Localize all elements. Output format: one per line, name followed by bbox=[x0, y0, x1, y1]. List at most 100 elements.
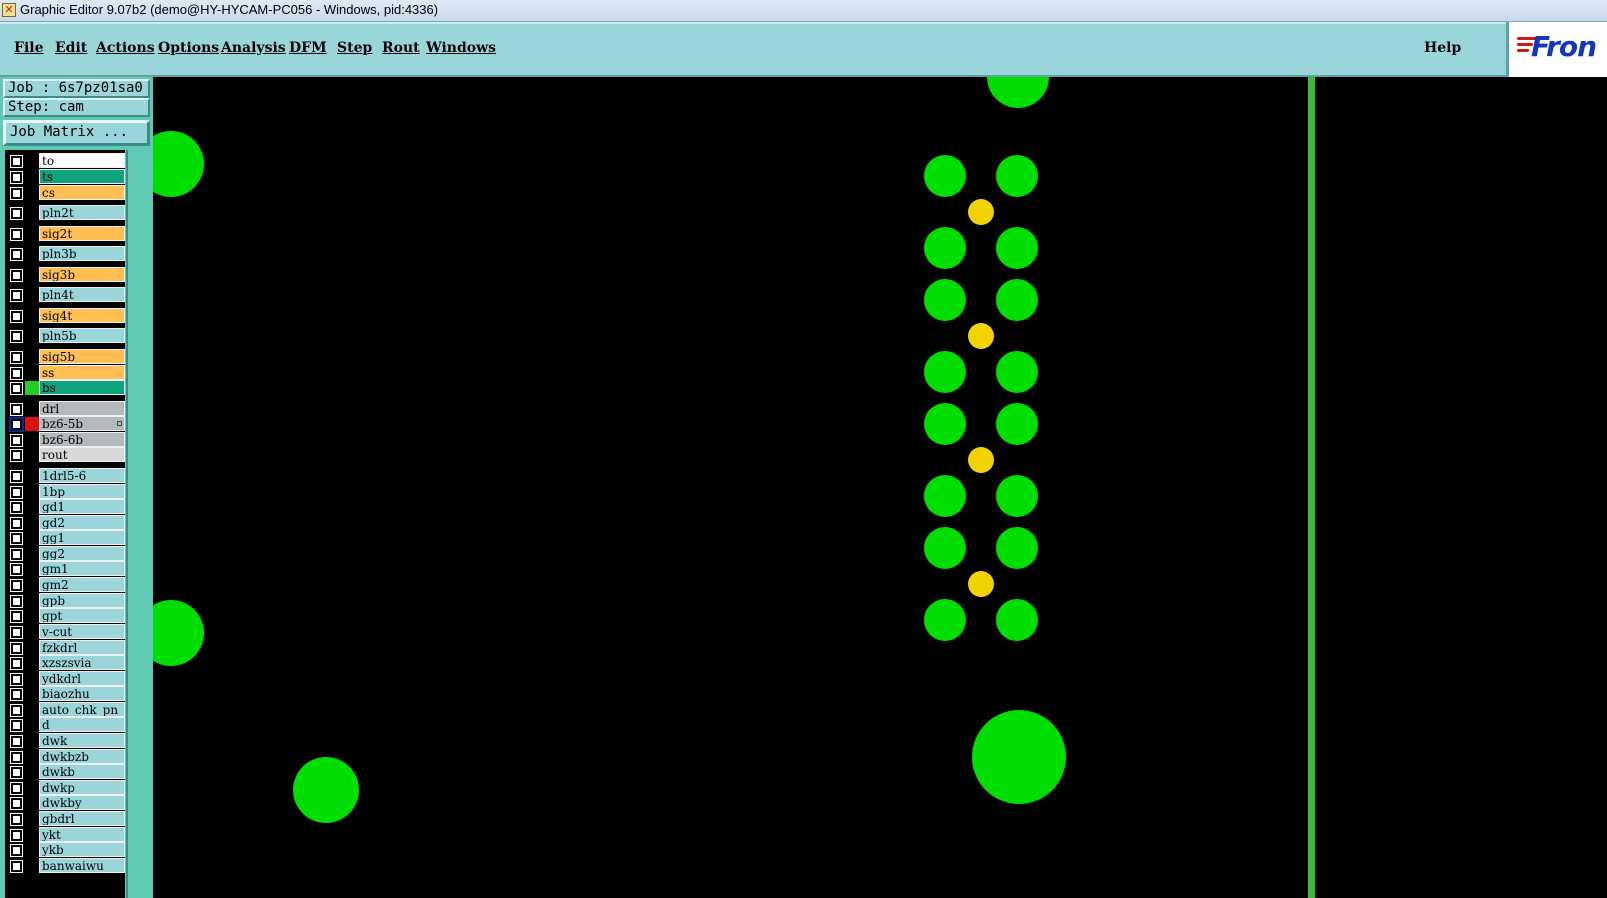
layer-name[interactable]: ykt bbox=[39, 827, 125, 842]
layer-checkbox[interactable] bbox=[10, 269, 23, 282]
layer-name[interactable]: pln4t bbox=[39, 287, 125, 302]
layer-row-gm1[interactable]: gm1 bbox=[5, 561, 125, 576]
layer-checkbox[interactable] bbox=[10, 829, 23, 842]
layer-row-gd2[interactable]: gd2 bbox=[5, 515, 125, 530]
menu-actions[interactable]: Actions bbox=[96, 40, 155, 56]
layer-color-swatch[interactable] bbox=[25, 843, 39, 857]
layer-color-swatch[interactable] bbox=[25, 796, 39, 810]
layer-row-gg1[interactable]: gg1 bbox=[5, 530, 125, 545]
job-matrix-button[interactable]: Job Matrix ... bbox=[3, 120, 150, 146]
layer-row-ykt[interactable]: ykt bbox=[5, 827, 125, 842]
layer-name[interactable]: 1drl5-6 bbox=[39, 468, 125, 483]
layer-checkbox[interactable] bbox=[10, 766, 23, 779]
layer-name[interactable]: banwaiwu bbox=[39, 858, 125, 873]
layer-name[interactable]: dwkbzb bbox=[39, 749, 125, 764]
layer-color-swatch[interactable] bbox=[25, 672, 39, 686]
layer-color-swatch[interactable] bbox=[25, 734, 39, 748]
layer-name[interactable]: bz6-6b bbox=[39, 432, 125, 447]
layer-row-bs[interactable]: bs bbox=[5, 380, 125, 395]
layer-checkbox[interactable] bbox=[10, 782, 23, 795]
layer-name[interactable]: gg1 bbox=[39, 530, 125, 545]
layer-checkbox[interactable] bbox=[10, 642, 23, 655]
layer-color-swatch[interactable] bbox=[25, 781, 39, 795]
menu-dfm[interactable]: DFM bbox=[289, 40, 327, 56]
layer-name[interactable]: gpt bbox=[39, 608, 125, 623]
layer-checkbox[interactable] bbox=[9, 417, 24, 432]
layer-color-swatch[interactable] bbox=[25, 247, 39, 261]
layer-color-swatch[interactable] bbox=[25, 687, 39, 701]
layer-name[interactable]: dwk bbox=[39, 733, 125, 748]
layer-name[interactable]: bz6-5b bbox=[39, 416, 125, 431]
layer-name[interactable]: dwkb bbox=[39, 764, 125, 779]
layer-checkbox[interactable] bbox=[10, 486, 23, 499]
layer-color-swatch[interactable] bbox=[25, 547, 39, 561]
menu-help[interactable]: Help bbox=[1424, 40, 1461, 56]
layer-checkbox[interactable] bbox=[10, 207, 23, 220]
layer-row-auto_chk_pn[interactable]: auto_chk_pn bbox=[5, 702, 125, 717]
layer-checkbox[interactable] bbox=[10, 228, 23, 241]
layer-checkbox[interactable] bbox=[10, 563, 23, 576]
layer-checkbox[interactable] bbox=[10, 517, 23, 530]
layer-color-swatch[interactable] bbox=[25, 718, 39, 732]
layer-name[interactable]: sig3b bbox=[39, 267, 125, 282]
layer-row-drl[interactable]: drl bbox=[5, 401, 125, 416]
layer-color-swatch[interactable] bbox=[25, 433, 39, 447]
layer-color-swatch[interactable] bbox=[25, 448, 39, 462]
layer-color-swatch[interactable] bbox=[25, 417, 39, 431]
layer-row-dwkbzb[interactable]: dwkbzb bbox=[5, 749, 125, 764]
layer-row-ykb[interactable]: ykb bbox=[5, 842, 125, 857]
layer-color-swatch[interactable] bbox=[25, 154, 39, 168]
layer-row-ydkdrl[interactable]: ydkdrl bbox=[5, 671, 125, 686]
layer-row-ts[interactable]: ts bbox=[5, 169, 125, 184]
layer-name[interactable]: rout bbox=[39, 447, 125, 462]
layer-color-swatch[interactable] bbox=[25, 381, 39, 395]
layer-row-1drl5-6[interactable]: 1drl5-6 bbox=[5, 468, 125, 483]
layer-row-bz6-6b[interactable]: bz6-6b bbox=[5, 432, 125, 447]
layer-row-dwkby[interactable]: dwkby bbox=[5, 795, 125, 810]
layer-color-swatch[interactable] bbox=[25, 562, 39, 576]
layer-checkbox[interactable] bbox=[10, 367, 23, 380]
layer-name[interactable]: ss bbox=[39, 365, 125, 380]
layer-color-swatch[interactable] bbox=[25, 469, 39, 483]
layer-checkbox[interactable] bbox=[10, 610, 23, 623]
layer-color-swatch[interactable] bbox=[25, 625, 39, 639]
layer-row-sig2t[interactable]: sig2t bbox=[5, 226, 125, 241]
layer-color-swatch[interactable] bbox=[25, 531, 39, 545]
layer-row-gg2[interactable]: gg2 bbox=[5, 546, 125, 561]
layer-row-gbdrl[interactable]: gbdrl bbox=[5, 811, 125, 826]
menu-edit[interactable]: Edit bbox=[55, 40, 87, 56]
layer-checkbox[interactable] bbox=[10, 382, 23, 395]
menu-analysis[interactable]: Analysis bbox=[221, 40, 286, 56]
layer-checkbox[interactable] bbox=[10, 719, 23, 732]
layer-checkbox[interactable] bbox=[10, 289, 23, 302]
layer-color-swatch[interactable] bbox=[25, 765, 39, 779]
layer-name[interactable]: pln3b bbox=[39, 246, 125, 261]
layer-name[interactable]: fzkdrl bbox=[39, 640, 125, 655]
layer-name[interactable]: gbdrl bbox=[39, 811, 125, 826]
layer-color-swatch[interactable] bbox=[25, 750, 39, 764]
layer-checkbox[interactable] bbox=[10, 330, 23, 343]
layer-row-d[interactable]: d bbox=[5, 717, 125, 732]
layer-name[interactable]: pln5b bbox=[39, 328, 125, 343]
layer-color-swatch[interactable] bbox=[25, 703, 39, 717]
layer-checkbox[interactable] bbox=[10, 813, 23, 826]
layer-row-rout[interactable]: rout bbox=[5, 447, 125, 462]
layer-name[interactable]: to bbox=[39, 153, 125, 168]
layer-list-scrollbar[interactable] bbox=[126, 150, 150, 898]
layer-row-sig3b[interactable]: sig3b bbox=[5, 267, 125, 282]
layer-checkbox[interactable] bbox=[10, 595, 23, 608]
layer-checkbox[interactable] bbox=[10, 434, 23, 447]
layer-name[interactable]: 1bp bbox=[39, 484, 125, 499]
menu-step[interactable]: Step bbox=[337, 40, 372, 56]
layer-color-swatch[interactable] bbox=[25, 594, 39, 608]
layer-color-swatch[interactable] bbox=[25, 329, 39, 343]
layer-checkbox[interactable] bbox=[10, 187, 23, 200]
layer-color-swatch[interactable] bbox=[25, 309, 39, 323]
layer-name[interactable]: drl bbox=[39, 401, 125, 416]
layer-row-dwkp[interactable]: dwkp bbox=[5, 780, 125, 795]
layer-name[interactable]: gd1 bbox=[39, 499, 125, 514]
layer-checkbox[interactable] bbox=[10, 626, 23, 639]
layer-color-swatch[interactable] bbox=[25, 500, 39, 514]
layer-color-swatch[interactable] bbox=[25, 186, 39, 200]
layer-name[interactable]: gpb bbox=[39, 593, 125, 608]
